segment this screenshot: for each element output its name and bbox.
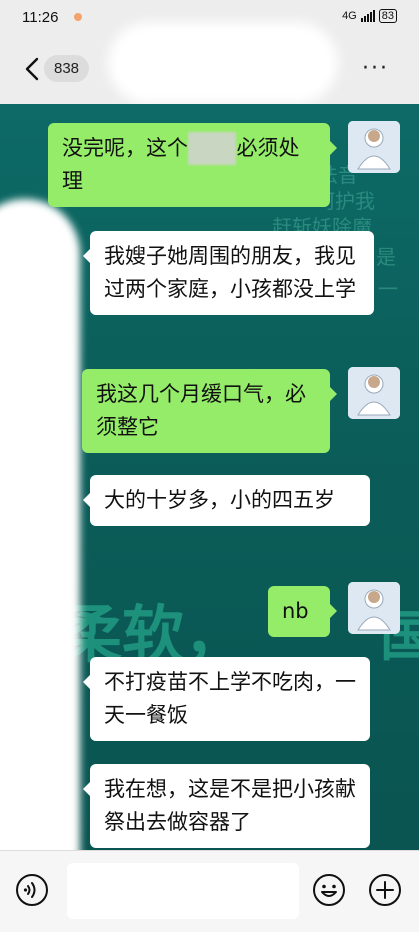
avatar-figure-icon: [348, 582, 400, 634]
user-avatar[interactable]: [348, 367, 400, 419]
redaction-blur: [0, 199, 80, 850]
user-avatar[interactable]: [348, 582, 400, 634]
message-input[interactable]: [67, 863, 299, 919]
avatar-figure-icon: [348, 121, 400, 173]
message-text: 我这几个月缓口气，必须整它: [96, 382, 306, 439]
message-bubble-incoming[interactable]: 我嫂子她周围的朋友，我见过两个家庭，小孩都没上学: [83, 231, 374, 315]
message-text: 我嫂子她周围的朋友，我见过两个家庭，小孩都没上学: [104, 244, 356, 301]
more-options-icon[interactable]: ···: [362, 58, 389, 80]
avatar-figure-icon: [348, 367, 400, 419]
message-bubble-incoming[interactable]: 不打疫苗不上学不吃肉，一天一餐饭: [83, 657, 370, 741]
user-avatar[interactable]: [348, 121, 400, 173]
battery-icon: 83: [378, 9, 397, 23]
status-time: 11:26: [22, 9, 59, 26]
input-bar: [0, 850, 419, 932]
message-text: nb: [282, 599, 309, 623]
chat-header: 838 ···: [0, 22, 419, 104]
chat-area[interactable]: 法音 呵护我 赶斩妖除魔 是 一 柔软， 国 没完呢，这个▓▓▓必须处理 我嫂子…: [0, 104, 419, 850]
background-text: 一: [378, 277, 398, 301]
background-text: 是: [376, 245, 396, 269]
message-bubble-incoming[interactable]: 我在想，这是不是把小孩献祭出去做容器了: [83, 764, 370, 848]
message-text: 没完呢，这个: [62, 136, 188, 160]
message-text: 不打疫苗不上学不吃肉，一天一餐饭: [104, 670, 356, 727]
message-text: 我在想，这是不是把小孩献祭出去做容器了: [104, 777, 356, 834]
message-text: 大的十岁多，小的四五岁: [104, 488, 335, 512]
signal-icon: [360, 10, 375, 22]
recording-dot-icon: [74, 13, 82, 21]
chat-title-redacted: [108, 22, 338, 104]
status-icons: 4G 83: [342, 9, 397, 23]
emoji-icon[interactable]: [312, 873, 346, 907]
redacted-text: ▓▓▓: [188, 132, 237, 165]
voice-input-icon[interactable]: [15, 873, 49, 907]
unread-count-badge[interactable]: 838: [44, 55, 90, 82]
message-bubble-outgoing[interactable]: nb: [268, 586, 337, 637]
back-arrow-icon[interactable]: [22, 57, 44, 81]
message-bubble-outgoing[interactable]: 没完呢，这个▓▓▓必须处理: [48, 123, 337, 207]
battery-level: 83: [381, 10, 394, 22]
plus-icon[interactable]: [368, 873, 402, 907]
message-bubble-outgoing[interactable]: 我这几个月缓口气，必须整它: [82, 369, 337, 453]
network-label: 4G: [342, 10, 357, 22]
message-bubble-incoming[interactable]: 大的十岁多，小的四五岁: [83, 475, 370, 526]
